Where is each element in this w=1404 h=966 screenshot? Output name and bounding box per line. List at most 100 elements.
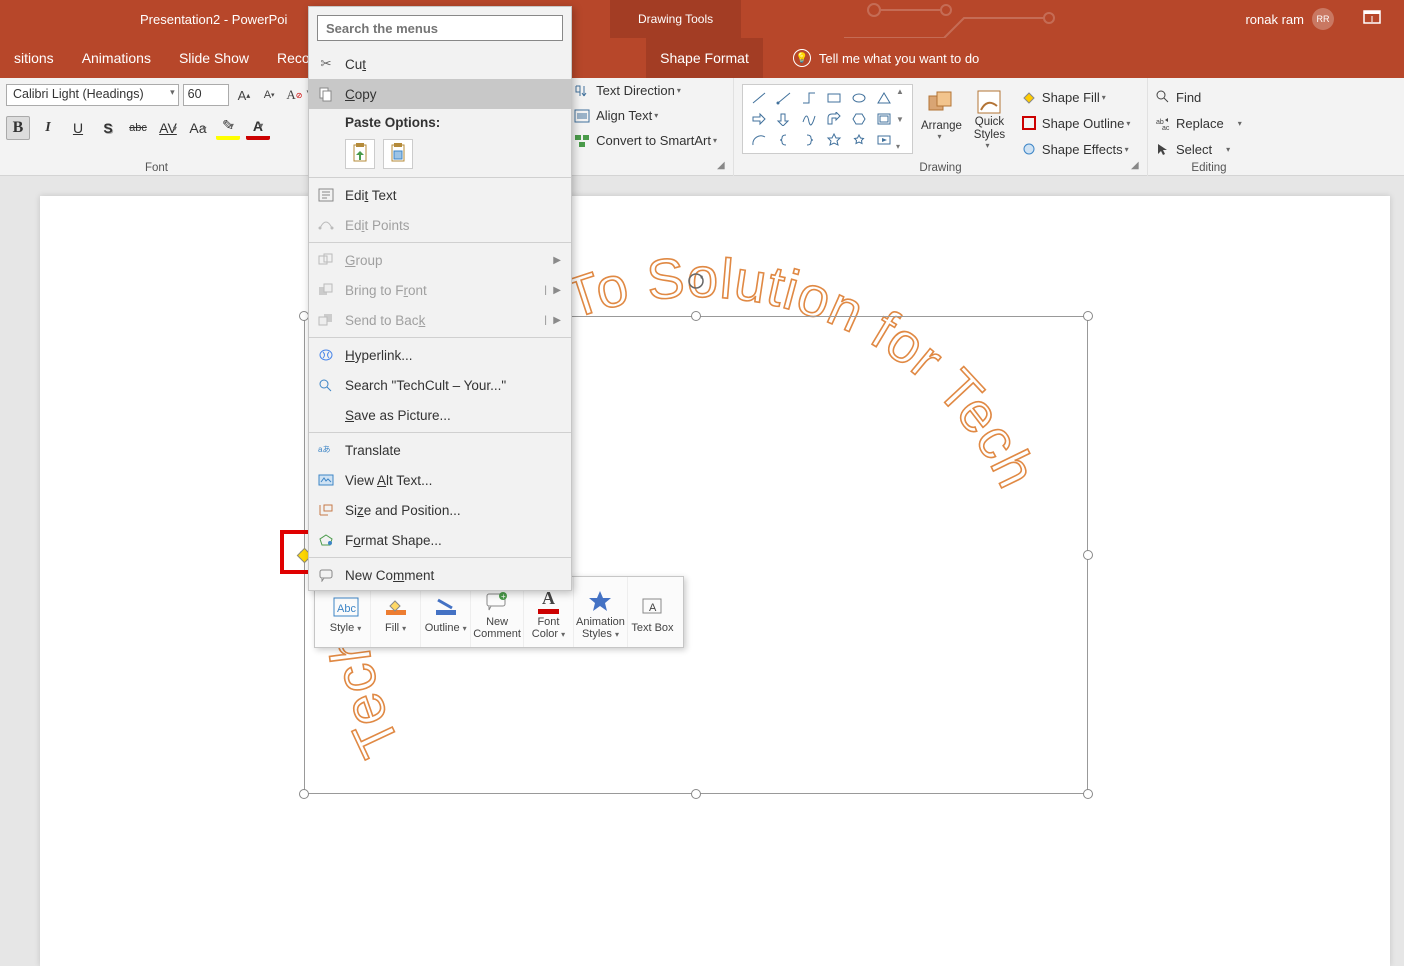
tab-animations[interactable]: Animations xyxy=(68,38,165,78)
italic-button[interactable]: I xyxy=(36,116,60,140)
menu-new-comment[interactable]: New Comment xyxy=(309,560,571,590)
size-icon xyxy=(317,501,335,519)
shadow-button[interactable]: S xyxy=(96,116,120,140)
shape-scribble-icon[interactable] xyxy=(799,110,819,128)
shape-star-extra-icon[interactable] xyxy=(849,131,869,149)
paste-picture-button[interactable] xyxy=(383,139,413,169)
increase-font-size-button[interactable]: A▴ xyxy=(233,84,254,106)
resize-handle-bot-right[interactable] xyxy=(1083,789,1093,799)
replace-button[interactable]: abacReplace▾ xyxy=(1156,112,1262,134)
menu-edit-text[interactable]: Edit Text xyxy=(309,180,571,210)
find-button[interactable]: Find xyxy=(1156,86,1262,108)
mt-animation-button[interactable]: Animation Styles ▾ xyxy=(574,577,628,647)
tab-transitions[interactable]: sitions xyxy=(0,38,68,78)
drawing-tools-label: Drawing Tools xyxy=(610,0,741,38)
user-name: ronak ram xyxy=(1245,12,1304,27)
outline-icon xyxy=(427,592,465,622)
menu-cut[interactable]: ✂ Cut xyxy=(309,49,571,79)
strikethrough-button[interactable]: abc xyxy=(126,116,150,140)
shape-brace-right-icon[interactable] xyxy=(799,131,819,149)
svg-text:ac: ac xyxy=(1162,125,1170,130)
shape-triangle-icon[interactable] xyxy=(874,89,894,107)
shape-hexagon-icon[interactable] xyxy=(849,110,869,128)
tab-slide-show[interactable]: Slide Show xyxy=(165,38,263,78)
shape-effects-button[interactable]: Shape Effects▾ xyxy=(1022,138,1130,160)
svg-text:A: A xyxy=(649,602,657,614)
paragraph-dialog-launcher[interactable]: ◢ xyxy=(717,160,729,172)
mt-text-box-button[interactable]: A Text Box xyxy=(628,577,677,647)
shape-right-arrow-icon[interactable] xyxy=(749,110,769,128)
shapes-gallery[interactable]: ▲▼▾ xyxy=(742,84,913,154)
effects-icon xyxy=(1022,142,1036,156)
menu-save-as-picture[interactable]: Save as Picture... xyxy=(309,400,571,430)
decrease-font-size-button[interactable]: A▾ xyxy=(259,84,280,106)
convert-smartart-button[interactable]: Convert to SmartArt▾ xyxy=(568,130,727,151)
tell-me-search[interactable]: 💡 Tell me what you want to do xyxy=(793,49,979,67)
shape-action-icon[interactable] xyxy=(874,131,894,149)
font-color-button[interactable]: A▾ xyxy=(246,116,270,140)
ribbon-display-options-icon[interactable] xyxy=(1352,10,1392,29)
font-name-combo[interactable]: Calibri Light (Headings)▾ xyxy=(6,84,179,106)
drawing-dialog-launcher[interactable]: ◢ xyxy=(1131,160,1143,172)
bold-button[interactable]: B xyxy=(6,116,30,140)
send-back-icon xyxy=(317,311,335,329)
resize-handle-bot-left[interactable] xyxy=(299,789,309,799)
group-icon xyxy=(317,251,335,269)
submenu-arrow-icon: ▶ xyxy=(553,315,561,326)
user-account[interactable]: ronak ram RR xyxy=(1245,8,1334,30)
clear-formatting-button[interactable]: A⊘ xyxy=(284,84,305,106)
resize-handle-bot-mid[interactable] xyxy=(691,789,701,799)
shape-line-icon[interactable] xyxy=(749,89,769,107)
drawing-group: ▲▼▾ Arrange▾ Quick Styles▾ Shape Fill▾ S… xyxy=(734,78,1148,176)
resize-handle-top-right[interactable] xyxy=(1083,311,1093,321)
arrange-button[interactable]: Arrange▾ xyxy=(917,84,965,150)
quick-styles-icon xyxy=(973,88,1005,116)
shape-star-icon[interactable] xyxy=(824,131,844,149)
shape-fill-button[interactable]: Shape Fill▾ xyxy=(1022,86,1130,108)
shape-outline-button[interactable]: Shape Outline▾ xyxy=(1022,112,1130,134)
menu-search-selection[interactable]: Search "TechCult – Your..." xyxy=(309,370,571,400)
shape-frame-icon[interactable] xyxy=(874,110,894,128)
shape-down-arrow-icon[interactable] xyxy=(774,110,794,128)
highlight-color-button[interactable]: ✎▾ xyxy=(216,116,240,140)
shape-arc-icon[interactable] xyxy=(749,131,769,149)
document-title: Presentation2 - PowerPoi xyxy=(140,12,287,27)
char-spacing-button[interactable]: AV▾ xyxy=(156,116,180,140)
font-size-combo[interactable]: 60▾ xyxy=(183,84,230,106)
menu-search-field[interactable] xyxy=(317,15,563,41)
resize-handle-top-mid[interactable] xyxy=(691,311,701,321)
text-direction-button[interactable]: Text Direction▾ xyxy=(568,80,727,101)
drawing-group-label: Drawing xyxy=(734,162,1147,174)
ribbon-tabs: sitions Animations Slide Show Record Sha… xyxy=(0,38,1404,78)
menu-hyperlink[interactable]: Hyperlink... xyxy=(309,340,571,370)
tab-shape-format[interactable]: Shape Format xyxy=(646,38,763,78)
submenu-arrow-icon: ▶ xyxy=(553,255,561,266)
user-avatar: RR xyxy=(1312,8,1334,30)
shape-brace-left-icon[interactable] xyxy=(774,131,794,149)
shape-rectangle-icon[interactable] xyxy=(824,89,844,107)
rotate-handle[interactable] xyxy=(686,271,706,291)
underline-button[interactable]: U xyxy=(66,116,90,140)
select-button[interactable]: Select▾ xyxy=(1156,138,1262,160)
editing-group: Find abacReplace▾ Select▾ Editing xyxy=(1148,78,1270,176)
align-text-button[interactable]: Align Text▾ xyxy=(568,105,727,126)
shape-elbow-icon[interactable] xyxy=(799,89,819,107)
menu-search-input[interactable] xyxy=(317,15,563,41)
change-case-button[interactable]: Aa▾ xyxy=(186,116,210,140)
star-icon xyxy=(581,586,619,616)
submenu-arrow-icon: ▶ xyxy=(553,285,561,296)
resize-handle-right-mid[interactable] xyxy=(1083,550,1093,560)
gallery-scroll[interactable]: ▲▼▾ xyxy=(896,87,910,151)
menu-size-position[interactable]: Size and Position... xyxy=(309,495,571,525)
chevron-down-icon: ▾ xyxy=(170,87,175,98)
menu-copy[interactable]: Copy xyxy=(309,79,571,109)
shape-oval-icon[interactable] xyxy=(849,89,869,107)
slide[interactable]: TechCult – Your Go-To Solution for Tech xyxy=(40,196,1390,966)
menu-alt-text[interactable]: View Alt Text... xyxy=(309,465,571,495)
paste-keep-source-button[interactable] xyxy=(345,139,375,169)
quick-styles-button[interactable]: Quick Styles▾ xyxy=(965,84,1013,150)
menu-format-shape[interactable]: Format Shape... xyxy=(309,525,571,555)
menu-translate[interactable]: aあ Translate xyxy=(309,435,571,465)
shape-connector-icon[interactable] xyxy=(774,89,794,107)
shape-bentarrow-icon[interactable] xyxy=(824,110,844,128)
